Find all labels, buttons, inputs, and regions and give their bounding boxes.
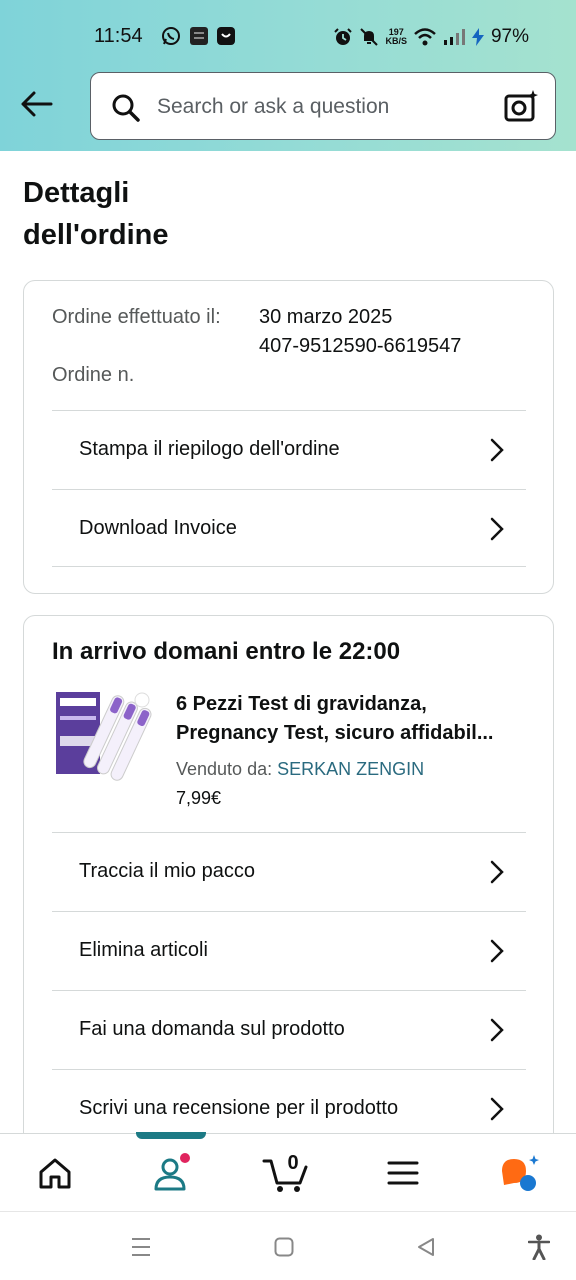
product-image[interactable] <box>54 688 152 790</box>
order-number-value: 407-9512590-6619547 <box>259 335 462 357</box>
network-speed: 197 KB/S <box>385 27 407 46</box>
search-bar[interactable] <box>90 72 556 140</box>
write-review-label: Scrivi una recensione per il prodotto <box>79 1097 399 1119</box>
system-status-icons: 197 KB/S 97% <box>333 25 529 49</box>
back-system-button[interactable] <box>411 1232 441 1262</box>
chevron-right-icon <box>490 1018 504 1042</box>
shipment-card: In arrivo domani entro le 22:00 6 Pezzi … <box>23 615 554 1175</box>
account-icon <box>154 1153 190 1191</box>
print-summary-row[interactable]: Stampa il riepilogo dell'ordine <box>52 410 526 488</box>
shopping-app-icon <box>215 25 237 47</box>
nav-account[interactable] <box>131 1134 211 1212</box>
page-title: Dettagli dell'ordine <box>23 177 169 251</box>
order-number-label: Ordine n. <box>52 364 135 386</box>
square-home-icon <box>274 1237 294 1257</box>
order-date-value: 30 marzo 2025 <box>259 306 393 328</box>
back-button[interactable] <box>14 84 58 124</box>
chevron-right-icon <box>490 860 504 884</box>
nav-cart[interactable]: 0 <box>246 1134 326 1212</box>
recent-apps-button[interactable] <box>126 1232 156 1262</box>
nav-rufus[interactable] <box>480 1134 560 1212</box>
ask-question-row[interactable]: Fai una domanda sul prodotto <box>52 990 526 1068</box>
download-invoice-label: Download Invoice <box>79 516 237 539</box>
bottom-navigation: 0 <box>0 1132 576 1212</box>
chevron-right-icon <box>490 939 504 963</box>
remove-items-label: Elimina articoli <box>79 939 208 961</box>
nav-home[interactable] <box>15 1134 95 1212</box>
nav-menu[interactable] <box>363 1134 443 1212</box>
camera-search-icon[interactable] <box>503 88 539 124</box>
alarm-icon <box>334 28 353 45</box>
product-title[interactable]: 6 Pezzi Test di gravidanza, Pregnancy Te… <box>176 690 526 748</box>
status-bar: 11:54 197 KB/S 97% <box>0 0 576 72</box>
track-package-row[interactable]: Traccia il mio pacco <box>52 832 526 910</box>
search-input[interactable] <box>157 87 497 127</box>
menu-icon <box>387 1161 419 1185</box>
download-invoice-row[interactable]: Download Invoice <box>52 489 526 567</box>
remove-items-row[interactable]: Elimina articoli <box>52 911 526 989</box>
arrival-heading: In arrivo domani entro le 22:00 <box>52 638 401 665</box>
order-info-card: Ordine effettuato il: Ordine n. 30 marzo… <box>23 280 554 594</box>
wifi-icon <box>414 28 436 46</box>
rufus-icon <box>502 1155 539 1191</box>
charging-icon <box>471 28 484 46</box>
triangle-back-icon <box>418 1238 434 1256</box>
system-navigation-bar <box>0 1211 576 1280</box>
search-icon <box>112 94 140 122</box>
mute-icon <box>360 28 379 46</box>
track-package-label: Traccia il mio pacco <box>79 860 255 882</box>
app-notification-icon <box>188 25 210 47</box>
status-time: 11:54 <box>94 25 143 47</box>
recent-apps-icon <box>132 1238 150 1256</box>
accessibility-icon <box>528 1234 550 1260</box>
seller-label: Venduto da: <box>176 759 273 779</box>
chevron-right-icon <box>490 517 504 541</box>
app-header: 11:54 197 KB/S 97% <box>0 0 576 151</box>
whatsapp-icon <box>160 25 182 47</box>
battery-percentage: 97% <box>490 26 529 47</box>
back-arrow-icon <box>21 91 53 117</box>
signal-icon <box>443 29 465 45</box>
print-summary-label: Stampa il riepilogo dell'ordine <box>79 438 340 460</box>
seller-info: Venduto da: SERKAN ZENGIN <box>176 759 424 780</box>
chevron-right-icon <box>490 438 504 462</box>
ask-question-label: Fai una domanda sul prodotto <box>79 1018 345 1040</box>
product-price: 7,99€ <box>176 788 222 808</box>
home-icon <box>39 1158 71 1189</box>
chevron-right-icon <box>490 1097 504 1121</box>
home-system-button[interactable] <box>269 1232 299 1262</box>
accessibility-button[interactable] <box>524 1232 554 1262</box>
order-date-label: Ordine effettuato il: <box>52 306 221 328</box>
cart-count: 0 <box>287 1152 299 1174</box>
seller-link[interactable]: SERKAN ZENGIN <box>277 759 424 779</box>
